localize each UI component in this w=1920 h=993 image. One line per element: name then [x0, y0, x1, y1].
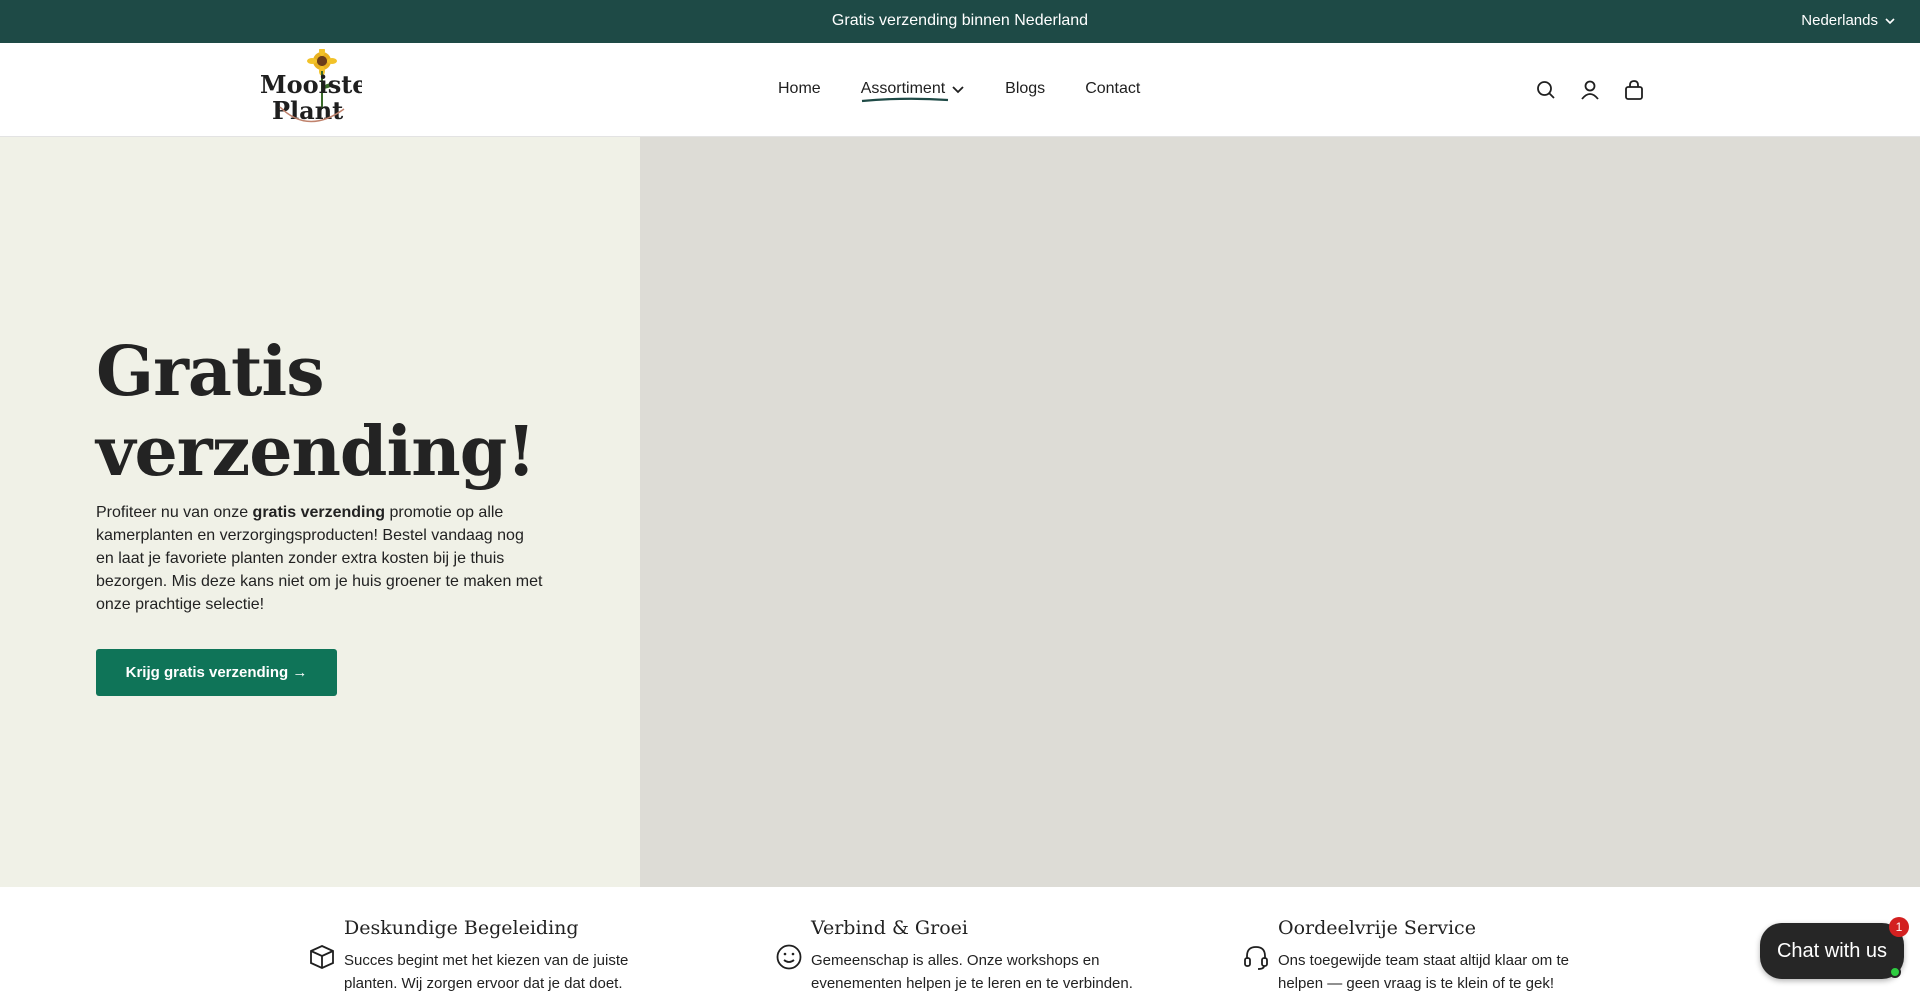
chevron-down-icon	[1885, 17, 1895, 24]
active-underline	[861, 97, 948, 103]
hero-text-before: Profiteer nu van onze	[96, 504, 253, 521]
site-logo[interactable]: Mooiste Plant	[258, 46, 368, 131]
account-icon[interactable]	[1579, 79, 1601, 101]
smile-icon	[776, 944, 802, 970]
logo-text-line1: Mooiste	[260, 70, 362, 99]
nav-home[interactable]: Home	[778, 80, 821, 98]
hero-section: Gratis verzending! Profiteer nu van onze…	[0, 137, 1920, 887]
box-icon	[310, 945, 334, 969]
hero-title: Gratis verzending!	[96, 332, 536, 492]
feature-text: Ons toegewijde team staat altijd klaar o…	[1278, 952, 1569, 992]
hero-text-bold: gratis verzending	[252, 504, 386, 521]
nav-blogs-label: Blogs	[1005, 80, 1046, 97]
announcement-text: Gratis verzending binnen Nederland	[831, 12, 1089, 29]
nav-contact[interactable]: Contact	[1085, 80, 1140, 98]
headset-icon	[1244, 946, 1268, 970]
language-selector[interactable]: Nederlands	[1801, 12, 1896, 29]
hero-description: Profiteer nu van onze gratis verzending …	[96, 501, 546, 616]
features-section: Deskundige Begeleiding Succes begint met…	[0, 887, 1920, 993]
chevron-down-icon	[952, 86, 964, 94]
announcement-bar: Gratis verzending binnen Nederland Neder…	[0, 0, 1920, 43]
nav-home-label: Home	[778, 80, 821, 97]
site-header: Mooiste Plant Home Assortiment Blogs Con…	[0, 43, 1920, 137]
nav-blogs[interactable]: Blogs	[1005, 80, 1045, 98]
header-icons	[1535, 79, 1645, 101]
nav-assortiment[interactable]: Assortiment	[861, 80, 965, 103]
chat-button[interactable]: Chat with us	[1760, 923, 1904, 979]
cart-icon[interactable]	[1623, 79, 1645, 101]
free-shipping-button[interactable]: Krijg gratis verzending →	[96, 649, 337, 696]
nav-contact-label: Contact	[1085, 80, 1141, 97]
online-status-dot	[1889, 966, 1901, 978]
feature-text: Gemeenschap is alles. Onze workshops en …	[811, 952, 1133, 992]
language-label: Nederlands	[1801, 12, 1878, 29]
hero-image-placeholder	[640, 137, 1920, 887]
feature-text: Succes begint met het kiezen van de juis…	[344, 952, 629, 992]
main-nav: Home Assortiment Blogs Contact	[778, 80, 1140, 103]
hero-text-panel: Gratis verzending! Profiteer nu van onze…	[0, 137, 640, 887]
chat-label: Chat with us	[1776, 939, 1888, 962]
search-icon[interactable]	[1535, 79, 1557, 101]
feature-title: Deskundige Begeleiding	[344, 917, 579, 939]
chat-notification-badge: 1	[1889, 917, 1909, 937]
feature-title: Verbind & Groei	[811, 917, 968, 939]
feature-title: Oordeelvrije Service	[1278, 917, 1476, 939]
